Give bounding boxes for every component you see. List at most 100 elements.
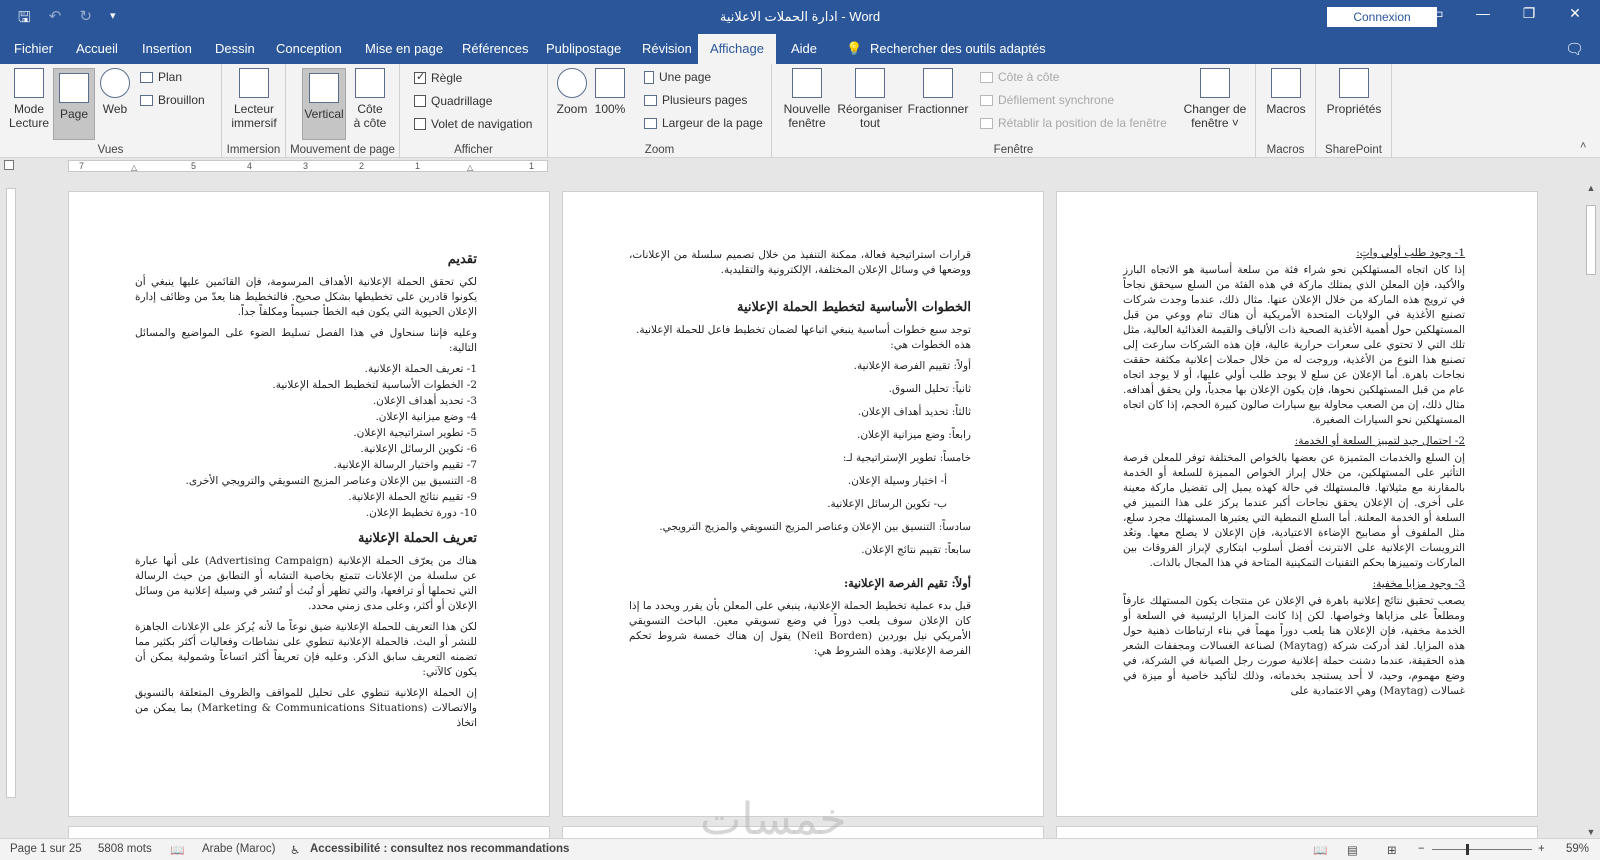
group-immersion: Lecteur immersif Immersion (222, 64, 286, 158)
list-item: 10- دورة تخطيط الإعلان. (365, 507, 477, 519)
group-sharepoint: Propriétés SharePoint (1316, 64, 1392, 158)
tab-fichier[interactable]: Fichier (12, 34, 55, 64)
list-item: ب- تكوين الرسائل الإعلانية. (827, 498, 947, 510)
draft-icon (140, 94, 153, 106)
minimize-icon[interactable]: — (1460, 5, 1506, 21)
regle-checkbox[interactable]: Règle (414, 70, 462, 85)
ribbon-display-options-icon[interactable]: ▭ (1414, 5, 1460, 22)
group-label-zoom: Zoom (644, 144, 675, 156)
tab-mise-en-page[interactable]: Mise en page (363, 34, 445, 64)
ruler-number: 7 (79, 161, 85, 171)
page-count[interactable]: Page 1 sur 25 (10, 843, 82, 855)
proofing-icon[interactable]: 📖 (170, 843, 184, 857)
reset-window-icon (980, 117, 993, 129)
macros-button[interactable]: Macros (1262, 68, 1310, 116)
zoom-100-button[interactable]: 100% (592, 68, 628, 116)
scroll-up-icon[interactable]: ▲ (1584, 183, 1598, 193)
page-width-icon (644, 117, 657, 129)
vertical-scrollbar[interactable]: ▲ ▼ (1584, 183, 1598, 837)
web-view-button[interactable]: Web (98, 68, 132, 116)
document-page[interactable]: تقديم لكي تحقق الحملة الإعلانية الأهداف … (68, 191, 550, 817)
close-icon[interactable]: ✕ (1552, 5, 1598, 22)
tab-references[interactable]: Références (460, 34, 530, 64)
document-page[interactable]: 1- وجود طلب أولي واتٍ: إذا كان اتجاه الم… (1056, 191, 1538, 817)
volet-navigation-checkbox[interactable]: Volet de navigation (414, 117, 532, 131)
accessibility-status[interactable]: Accessibilité : consultez nos recommanda… (310, 843, 569, 855)
group-label-immersion: Immersion (226, 144, 281, 156)
zoom-button[interactable]: Zoom (554, 68, 590, 116)
switch-windows-icon (1200, 68, 1230, 98)
immersive-reader-icon (239, 68, 269, 98)
quadrillage-checkbox[interactable]: Quadrillage (414, 94, 492, 108)
fractionner-button[interactable]: Fractionner (906, 68, 970, 116)
multiple-pages-icon (644, 94, 657, 106)
print-layout-icon[interactable]: ▤ (1347, 843, 1358, 857)
heading-definition: تعريف الحملة الإعلانية (358, 531, 477, 546)
collapse-ribbon-icon[interactable]: ˄ (1580, 140, 1586, 152)
checkbox-icon (414, 95, 426, 107)
one-page-icon (644, 70, 654, 84)
scroll-down-icon[interactable]: ▼ (1584, 827, 1598, 837)
group-macros: Macros Macros (1256, 64, 1316, 158)
ruler-number: 1 (529, 161, 535, 171)
word-count[interactable]: 5808 mots (98, 843, 152, 855)
comments-icon[interactable]: 🗨 (1565, 40, 1584, 58)
brouillon-button[interactable]: Brouillon (140, 93, 205, 107)
cote-a-cote-window-button[interactable]: Côte à côte (980, 70, 1059, 84)
reorganiser-tout-button[interactable]: Réorganiser tout (836, 68, 904, 130)
nouvelle-fenetre-button[interactable]: Nouvelle fenêtre (780, 68, 834, 130)
subheading: 1- وجود طلب أولي واتٍ: (1356, 247, 1465, 259)
tab-revision[interactable]: Révision (640, 34, 694, 64)
plan-button[interactable]: Plan (140, 70, 182, 84)
maximize-icon[interactable]: ❐ (1506, 5, 1552, 22)
group-label-macros: Macros (1266, 144, 1305, 156)
list-item: سابعاً: تقييم نتائج الإعلان. (861, 544, 971, 556)
read-mode-icon[interactable]: 📖 (1313, 843, 1327, 857)
tab-insertion[interactable]: Insertion (140, 34, 194, 64)
mode-lecture-button[interactable]: Mode Lecture (6, 68, 52, 130)
horizontal-ruler[interactable]: 7 5 4 3 2 1 1 △ △ (68, 160, 548, 172)
zoom-slider[interactable] (1432, 849, 1532, 850)
list-item: 1- تعريف الحملة الإعلانية. (364, 363, 477, 375)
tab-aide[interactable]: Aide (789, 34, 819, 64)
web-layout-icon[interactable]: ⊞ (1387, 843, 1397, 857)
list-item: ثالثاً: تحديد أهداف الإعلان. (857, 406, 971, 418)
plusieurs-pages-button[interactable]: Plusieurs pages (644, 93, 747, 107)
largeur-page-button[interactable]: Largeur de la page (644, 116, 763, 130)
tab-affichage[interactable]: Affichage (698, 34, 776, 64)
macros-icon (1271, 68, 1301, 98)
scroll-thumb[interactable] (1586, 205, 1596, 275)
vertical-scroll-icon (309, 73, 339, 103)
list-item: أ- اختيار وسيلة الإعلان. (847, 475, 947, 487)
proprietes-button[interactable]: Propriétés (1322, 68, 1386, 116)
changer-fenetre-button[interactable]: Changer de fenêtre ˅ (1180, 68, 1250, 130)
lecteur-immersif-button[interactable]: Lecteur immersif (226, 68, 282, 130)
right-indent-marker[interactable]: △ (467, 163, 473, 172)
topics-list: 1- تعريف الحملة الإعلانية. 2- الخطوات ال… (135, 362, 478, 521)
zoom-level[interactable]: 59% (1566, 843, 1589, 855)
search-tools-box[interactable]: Rechercher des outils adaptés (868, 34, 1048, 64)
tab-accueil[interactable]: Accueil (74, 34, 120, 64)
left-indent-marker[interactable]: △ (131, 163, 137, 172)
vertical-button[interactable]: Vertical (302, 68, 346, 140)
tab-dessin[interactable]: Dessin (213, 34, 257, 64)
zoom-in-icon[interactable]: + (1538, 843, 1545, 855)
heading-intro: تقديم (447, 252, 477, 267)
tab-selector-icon[interactable] (4, 160, 14, 170)
tab-publipostage[interactable]: Publipostage (544, 34, 623, 64)
list-item: 3- تحديد أهداف الإعلان. (372, 395, 477, 407)
page-view-button[interactable]: Page (53, 68, 95, 140)
cote-a-cote-button[interactable]: Côte à côte (348, 68, 392, 130)
accessibility-icon[interactable]: ♿ (290, 843, 300, 857)
zoom-out-icon[interactable]: − (1418, 843, 1425, 855)
vertical-ruler[interactable] (6, 188, 16, 798)
subheading: 3- وجود مزايا مخفية: (1372, 578, 1465, 590)
language-indicator[interactable]: Arabe (Maroc) (202, 843, 276, 855)
group-mouvement: Vertical Côte à côte Mouvement de page (286, 64, 400, 158)
defilement-synchrone-button[interactable]: Défilement synchrone (980, 93, 1114, 107)
tab-conception[interactable]: Conception (274, 34, 344, 64)
une-page-button[interactable]: Une page (644, 70, 711, 84)
retablir-position-button[interactable]: Rétablir la position de la fenêtre (980, 116, 1167, 130)
zoom-slider-thumb[interactable] (1466, 844, 1469, 855)
document-page[interactable]: قرارات استراتيجية فعالة، ممكنة التنفيذ م… (562, 191, 1044, 817)
